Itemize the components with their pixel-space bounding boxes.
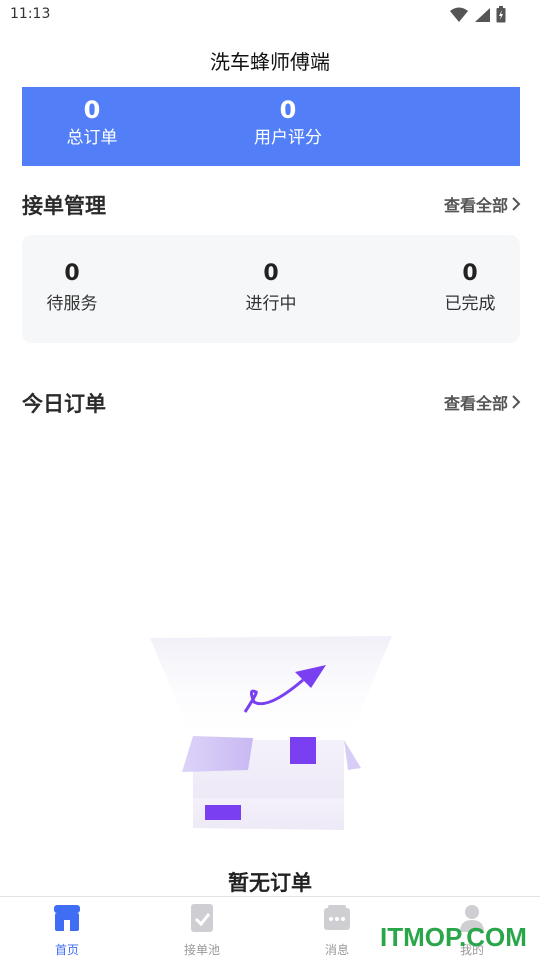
status-bar: 11:13 (0, 0, 540, 30)
tab-home[interactable]: 首页 (27, 903, 107, 958)
user-rating-value: 0 (279, 96, 297, 124)
pending-service-value: 0 (64, 261, 80, 286)
view-all-link[interactable]: 查看全部 (444, 390, 522, 414)
order-status-card: 0 待服务 0 进行中 0 已完成 (22, 235, 520, 343)
pending-service-stat[interactable]: 0 待服务 (12, 259, 132, 319)
in-progress-stat[interactable]: 0 进行中 (211, 259, 331, 319)
empty-state-text: 暂无订单 (228, 871, 312, 895)
today-orders-header: 今日订单 查看全部 (22, 388, 522, 418)
tab-order-pool-label: 接单池 (183, 943, 220, 957)
status-time: 11:13 (10, 6, 51, 22)
section-title: 接单管理 (22, 194, 106, 218)
tab-messages[interactable]: 消息 (297, 903, 377, 958)
section-title: 今日订单 (22, 392, 106, 416)
empty-box-illustration (150, 636, 392, 830)
in-progress-label: 进行中 (245, 294, 297, 314)
total-orders-label: 总订单 (66, 128, 118, 148)
completed-value: 0 (462, 261, 478, 286)
completed-label: 已完成 (444, 294, 496, 314)
total-orders-stat[interactable]: 0 总订单 (42, 95, 142, 151)
clipboard-check-icon (191, 904, 213, 932)
tab-order-pool[interactable]: 接单池 (162, 903, 242, 958)
watermark-text: ITMOP.COM (380, 922, 527, 952)
pending-service-label: 待服务 (46, 294, 98, 314)
wifi-icon (450, 7, 468, 22)
in-progress-value: 0 (263, 261, 279, 286)
store-icon (54, 905, 80, 931)
signal-icon (475, 7, 490, 22)
order-management-header: 接单管理 查看全部 (22, 190, 522, 220)
status-icons (450, 6, 506, 23)
view-all-label: 查看全部 (443, 196, 508, 215)
completed-stat[interactable]: 0 已完成 (410, 259, 530, 319)
stats-banner: 0 总订单 0 用户评分 (22, 87, 520, 166)
tab-home-label: 首页 (54, 943, 79, 957)
tab-messages-label: 消息 (324, 943, 349, 957)
view-all-link[interactable]: 查看全部 (444, 192, 522, 216)
total-orders-value: 0 (83, 96, 101, 124)
user-rating-label: 用户评分 (254, 128, 322, 148)
page-title: 洗车蜂师傅端 (210, 50, 330, 74)
user-rating-stat[interactable]: 0 用户评分 (228, 95, 348, 151)
message-icon (324, 905, 350, 930)
chevron-right-icon (512, 197, 521, 211)
battery-icon (496, 6, 506, 23)
view-all-label: 查看全部 (443, 394, 508, 413)
chevron-right-icon (512, 395, 521, 409)
